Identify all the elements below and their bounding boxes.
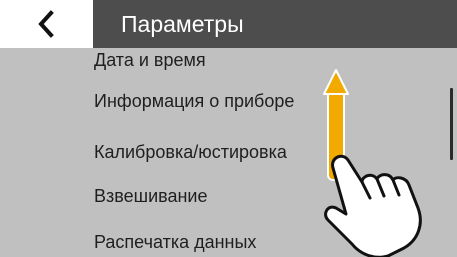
settings-screen: Дата и время Информация о приборе Калибр… [0,0,457,257]
list-item-data-printout[interactable]: Распечатка данных [94,232,256,253]
header-bar: Параметры [0,0,457,48]
scrollbar[interactable] [450,88,453,160]
list-item-device-info[interactable]: Информация о приборе [94,91,294,112]
settings-list[interactable]: Дата и время Информация о приборе Калибр… [0,48,457,257]
page-title: Параметры [121,11,244,37]
list-item-date-time[interactable]: Дата и время [94,50,206,71]
chevron-left-icon [37,10,54,38]
list-item-calibration[interactable]: Калибровка/юстировка [94,142,287,163]
list-item-weighing[interactable]: Взвешивание [94,186,208,207]
back-button[interactable] [0,0,93,48]
